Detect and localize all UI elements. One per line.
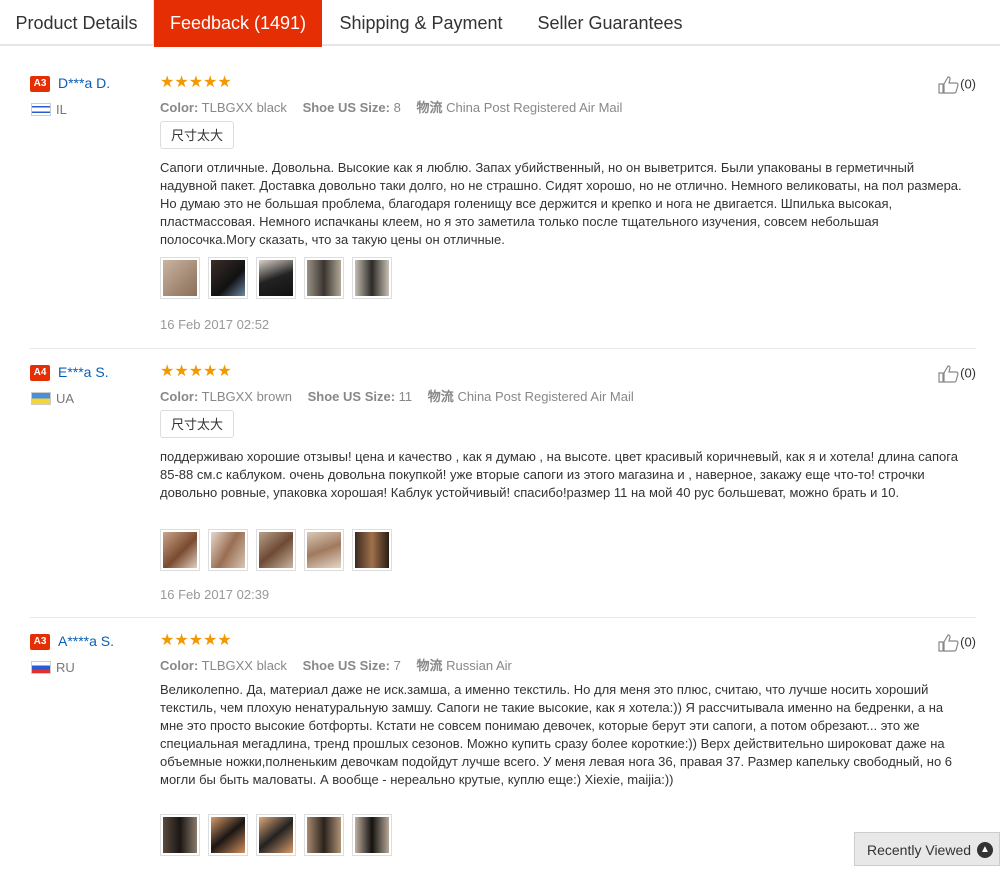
size-label: Shoe US Size: — [302, 658, 390, 673]
order-properties: Color: TLBGXX black Shoe US Size: 8 物流 C… — [160, 97, 622, 116]
recently-viewed-label: Recently Viewed — [867, 842, 972, 858]
size-value: 11 — [398, 389, 413, 404]
review-photo-thumbnail[interactable] — [208, 814, 248, 856]
review-text: Сапоги отличные. Довольна. Высокие как я… — [160, 160, 962, 247]
review-item: A3 D***a D. IL ★★★★★ Color: TLBGXX black… — [30, 60, 976, 349]
helpful-count: (0) — [960, 365, 976, 381]
shipping-label: 物流 — [427, 389, 454, 404]
feedback-tag: 尺寸太大 — [160, 410, 235, 438]
flag-il-icon — [31, 103, 51, 116]
size-value: 8 — [393, 100, 401, 115]
review-photo-thumbnail[interactable] — [352, 529, 392, 571]
review-photo-thumbnail[interactable] — [208, 529, 248, 571]
buyer-country: RU — [56, 660, 75, 675]
color-label: Color: — [160, 100, 199, 115]
rating-stars: ★★★★★ — [160, 363, 232, 380]
shipping-value: China Post Registered Air Mail — [446, 100, 623, 115]
shipping-label: 物流 — [416, 100, 443, 115]
rating-stars: ★★★★★ — [160, 632, 232, 649]
helpful-button[interactable]: (0) — [938, 634, 976, 652]
helpful-count: (0) — [960, 76, 976, 92]
tab-feedback[interactable]: Feedback (1491) — [154, 0, 322, 47]
helpful-button[interactable]: (0) — [938, 76, 976, 94]
buyer-level-badge: A3 — [30, 634, 50, 650]
thumbs-up-icon — [938, 365, 959, 383]
review-photo-thumbnail[interactable] — [304, 257, 344, 299]
review-photo-thumbnail[interactable] — [256, 257, 296, 299]
order-properties: Color: TLBGXX black Shoe US Size: 7 物流 R… — [160, 655, 512, 674]
helpful-count: (0) — [960, 634, 976, 650]
tab-product-details[interactable]: Product Details — [0, 0, 154, 46]
buyer-name[interactable]: E***a S. — [58, 364, 109, 380]
review-photo-thumbnail[interactable] — [160, 814, 200, 856]
recently-viewed-button[interactable]: Recently Viewed ▲ — [854, 832, 1000, 866]
buyer-name[interactable]: A****a S. — [58, 633, 114, 649]
shipping-value: China Post Registered Air Mail — [457, 389, 634, 404]
review-photo-thumbnail[interactable] — [160, 257, 200, 299]
buyer-level-badge: A4 — [30, 365, 50, 381]
feedback-tag: 尺寸太大 — [160, 121, 235, 149]
color-label: Color: — [160, 389, 199, 404]
thumbs-up-icon — [938, 76, 959, 94]
color-label: Color: — [160, 658, 199, 673]
review-photo-thumbnail[interactable] — [352, 257, 392, 299]
color-value: TLBGXX black — [201, 658, 287, 673]
thumbs-up-icon — [938, 634, 959, 652]
tab-seller-guarantees[interactable]: Seller Guarantees — [520, 0, 700, 46]
buyer-country: UA — [56, 391, 75, 406]
size-label: Shoe US Size: — [302, 100, 390, 115]
review-date: 16 Feb 2017 02:39 — [160, 587, 270, 602]
review-item: A3 A****a S. RU ★★★★★ Color: TLBGXX blac… — [30, 618, 976, 878]
review-photo-thumbnail[interactable] — [304, 814, 344, 856]
helpful-button[interactable]: (0) — [938, 365, 976, 383]
review-item: A4 E***a S. UA ★★★★★ Color: TLBGXX brown… — [30, 349, 976, 618]
color-value: TLBGXX brown — [201, 389, 292, 404]
tab-shipping-payment[interactable]: Shipping & Payment — [322, 0, 520, 46]
review-photo-thumbnail[interactable] — [256, 529, 296, 571]
flag-ua-icon — [31, 392, 51, 405]
tab-bar: Product Details Feedback (1491) Shipping… — [0, 0, 1000, 47]
buyer-name[interactable]: D***a D. — [58, 75, 110, 91]
review-photo-thumbnail[interactable] — [160, 529, 200, 571]
order-properties: Color: TLBGXX brown Shoe US Size: 11 物流 … — [160, 386, 634, 405]
review-text: поддерживаю хорошие отзывы! цена и качес… — [160, 449, 958, 500]
review-photo-thumbnail[interactable] — [352, 814, 392, 856]
color-value: TLBGXX black — [201, 100, 287, 115]
chevron-up-icon: ▲ — [977, 842, 993, 858]
buyer-country: IL — [56, 102, 67, 117]
size-label: Shoe US Size: — [307, 389, 396, 404]
review-photo-thumbnail[interactable] — [256, 814, 296, 856]
review-photo-thumbnail[interactable] — [304, 529, 344, 571]
shipping-value: Russian Air — [446, 658, 512, 673]
review-date: 16 Feb 2017 02:52 — [160, 317, 270, 332]
buyer-level-badge: A3 — [30, 76, 50, 92]
flag-ru-icon — [31, 661, 51, 674]
size-value: 7 — [393, 658, 401, 673]
rating-stars: ★★★★★ — [160, 74, 232, 91]
review-text: Великолепно. Да, материал даже не иск.за… — [160, 682, 953, 787]
review-photo-thumbnail[interactable] — [208, 257, 248, 299]
shipping-label: 物流 — [416, 658, 443, 673]
